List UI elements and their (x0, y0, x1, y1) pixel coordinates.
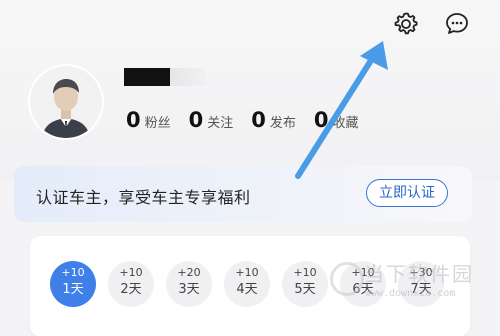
watermark-text: 当下软件园 (364, 262, 474, 286)
watermark-logo (330, 262, 364, 296)
stat-following[interactable]: 0 关注 (188, 108, 234, 132)
gear-icon (394, 12, 418, 35)
checkin-day-4[interactable]: +10 4天 (224, 261, 270, 307)
messages-button[interactable] (443, 10, 471, 38)
stat-posts[interactable]: 0 发布 (251, 108, 296, 132)
avatar[interactable] (30, 66, 102, 138)
day-points: +10 (293, 266, 317, 279)
stat-value: 0 (188, 108, 204, 132)
stat-value: 0 (313, 108, 329, 132)
certification-text: 认证车主，享受车主专享福利 (36, 188, 251, 207)
stat-value: 0 (126, 108, 141, 132)
day-label: 4天 (236, 282, 258, 297)
username-redacted-fade (170, 68, 206, 86)
chat-icon (446, 13, 468, 34)
day-points: +10 (119, 266, 143, 279)
day-label: 1天 (62, 282, 84, 297)
day-points: +10 (235, 266, 259, 279)
profile-stats: 0 粉丝 0 关注 0 发布 0 收藏 (126, 108, 377, 132)
stat-label: 收藏 (332, 116, 359, 131)
day-points: +20 (177, 266, 201, 279)
stat-label: 粉丝 (144, 116, 171, 131)
day-label: 3天 (178, 282, 200, 297)
day-label: 5天 (294, 282, 316, 297)
stat-value: 0 (251, 108, 266, 132)
day-label: 2天 (120, 282, 142, 297)
settings-button[interactable] (392, 10, 420, 38)
day-points: +10 (61, 266, 85, 279)
checkin-day-3[interactable]: +20 3天 (166, 261, 212, 307)
watermark-url: www.downxia.com (365, 288, 456, 299)
avatar-person-icon (30, 66, 102, 138)
stat-label: 关注 (207, 116, 234, 131)
stat-label: 发布 (269, 116, 296, 131)
stat-fans[interactable]: 0 粉丝 (126, 108, 171, 132)
certify-now-button[interactable]: 立即认证 (366, 179, 448, 207)
username-redacted (124, 68, 170, 86)
checkin-day-5[interactable]: +10 5天 (282, 261, 328, 307)
checkin-day-1[interactable]: +10 1天 (50, 261, 96, 307)
stat-favorites[interactable]: 0 收藏 (313, 108, 359, 132)
owner-certification-banner[interactable]: 认证车主，享受车主专享福利 立即认证 (14, 166, 472, 222)
checkin-day-2[interactable]: +10 2天 (108, 261, 154, 307)
